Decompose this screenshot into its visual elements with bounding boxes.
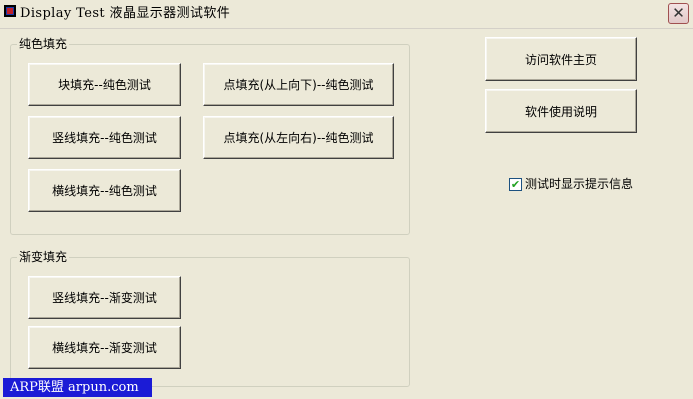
show-tips-checkbox[interactable]: ✔ [509, 178, 522, 191]
user-manual-button[interactable]: 软件使用说明 [485, 89, 637, 133]
title-bar: Display Test 液晶显示器测试软件 ✕ [0, 0, 693, 29]
block-fill-solid-button[interactable]: 块填充--纯色测试 [28, 63, 181, 106]
solid-fill-group-label: 纯色填充 [17, 37, 70, 51]
dot-fill-top-down-solid-button[interactable]: 点填充(从上向下)--纯色测试 [203, 63, 394, 106]
vertical-line-fill-gradient-button[interactable]: 竖线填充--渐变测试 [28, 276, 181, 319]
gradient-fill-group-label: 渐变填充 [17, 250, 70, 264]
horizontal-line-fill-solid-button[interactable]: 横线填充--纯色测试 [28, 169, 181, 212]
vertical-line-fill-solid-button[interactable]: 竖线填充--纯色测试 [28, 116, 181, 159]
visit-homepage-button[interactable]: 访问软件主页 [485, 37, 637, 81]
watermark-banner: ARP联盟 arpun.com [3, 378, 152, 397]
show-tips-label[interactable]: 测试时显示提示信息 [525, 177, 633, 192]
app-icon [4, 5, 16, 17]
close-button[interactable]: ✕ [668, 3, 689, 24]
dot-fill-left-right-solid-button[interactable]: 点填充(从左向右)--纯色测试 [203, 116, 394, 159]
window-title: Display Test 液晶显示器测试软件 [20, 6, 231, 21]
horizontal-line-fill-gradient-button[interactable]: 横线填充--渐变测试 [28, 326, 181, 369]
